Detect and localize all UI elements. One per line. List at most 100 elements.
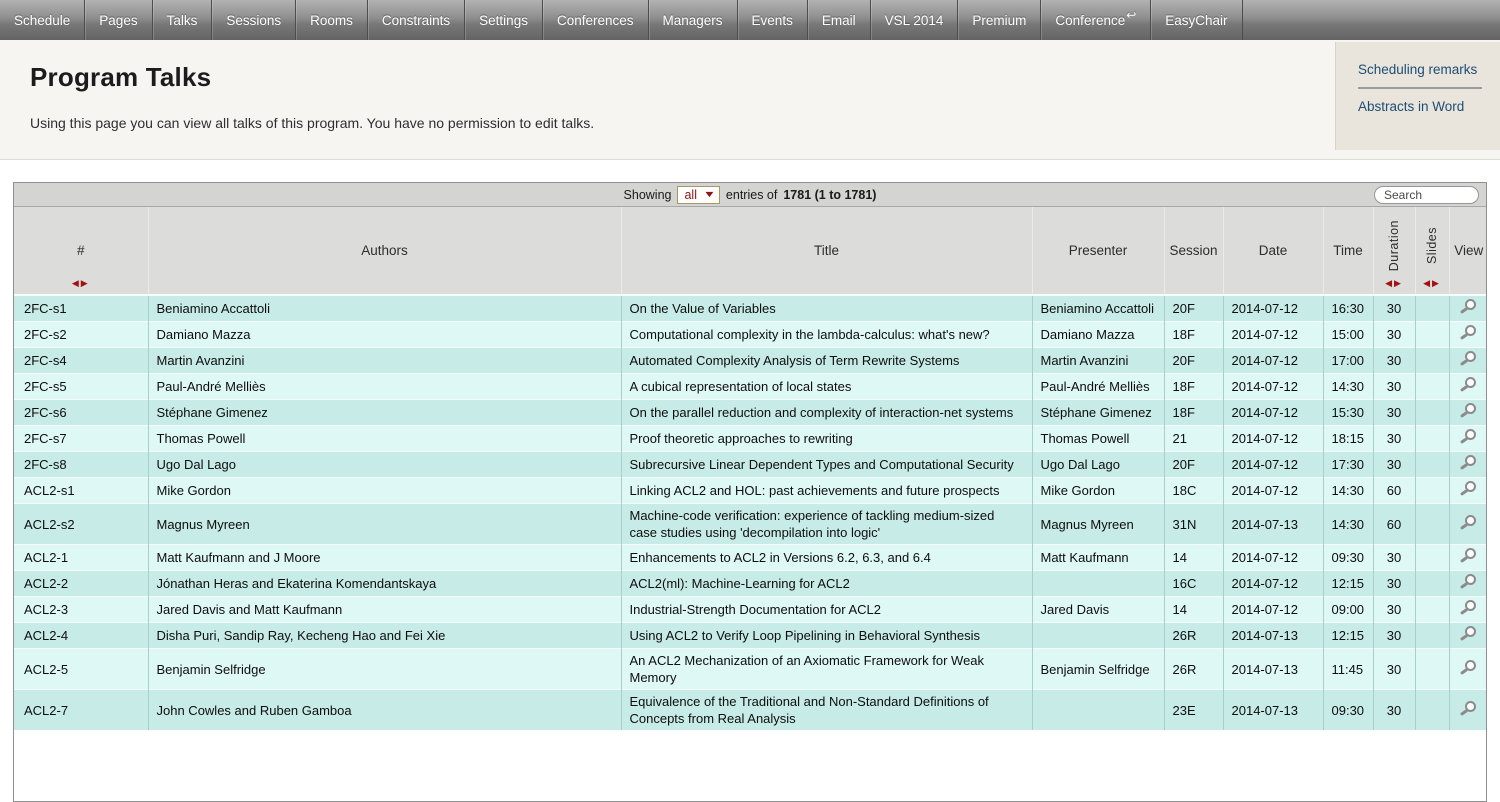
nav-tab-conference[interactable]: Conference↩ xyxy=(1041,0,1151,40)
talks-table: # Authors Title Presenter Session Date xyxy=(14,207,1487,730)
view-magnifier-icon[interactable] xyxy=(1460,660,1477,675)
cell-presenter: Matt Kaufmann xyxy=(1032,545,1164,571)
cell-view xyxy=(1449,623,1487,649)
view-magnifier-icon[interactable] xyxy=(1460,574,1477,589)
cell-authors: Magnus Myreen xyxy=(148,504,621,545)
cell-slides xyxy=(1415,623,1449,649)
search-input[interactable] xyxy=(1374,186,1479,204)
view-magnifier-icon[interactable] xyxy=(1460,626,1477,641)
view-magnifier-icon[interactable] xyxy=(1460,481,1477,496)
nav-tab-vsl-2014[interactable]: VSL 2014 xyxy=(871,0,959,40)
view-magnifier-icon[interactable] xyxy=(1460,515,1477,530)
table-row: 2FC-s7Thomas PowellProof theoretic appro… xyxy=(14,426,1487,452)
cell-date: 2014-07-12 xyxy=(1223,426,1323,452)
nav-tab-settings[interactable]: Settings xyxy=(465,0,543,40)
cell-slides xyxy=(1415,348,1449,374)
nav-tab-events[interactable]: Events xyxy=(738,0,808,40)
nav-tab-schedule[interactable]: Schedule xyxy=(0,0,85,40)
view-magnifier-icon[interactable] xyxy=(1460,351,1477,366)
abstracts-in-word-link[interactable]: Abstracts in Word xyxy=(1358,99,1500,114)
cell-slides xyxy=(1415,690,1449,731)
view-magnifier-icon[interactable] xyxy=(1460,548,1477,563)
cell-time: 09:30 xyxy=(1323,690,1373,731)
sort-arrows-icon[interactable] xyxy=(14,278,148,289)
cell-view xyxy=(1449,649,1487,690)
cell-date: 2014-07-12 xyxy=(1223,400,1323,426)
cell-date: 2014-07-12 xyxy=(1223,597,1323,623)
cell-time: 11:45 xyxy=(1323,649,1373,690)
nav-tab-managers[interactable]: Managers xyxy=(649,0,738,40)
nav-tab-constraints[interactable]: Constraints xyxy=(368,0,465,40)
cell-time: 15:30 xyxy=(1323,400,1373,426)
cell-presenter: Stéphane Gimenez xyxy=(1032,400,1164,426)
cell-date: 2014-07-13 xyxy=(1223,690,1323,731)
column-header-time: Time xyxy=(1323,207,1373,295)
view-magnifier-icon[interactable] xyxy=(1460,325,1477,340)
entries-select-value: all xyxy=(684,188,697,202)
cell-slides xyxy=(1415,571,1449,597)
table-row: ACL2-3Jared Davis and Matt KaufmannIndus… xyxy=(14,597,1487,623)
column-header-num[interactable]: # xyxy=(14,207,148,295)
cell-view xyxy=(1449,571,1487,597)
view-magnifier-icon[interactable] xyxy=(1460,600,1477,615)
column-header-duration[interactable]: Duration xyxy=(1373,207,1415,295)
entries-per-page-select[interactable]: all xyxy=(677,186,719,204)
cell-duration: 30 xyxy=(1373,690,1415,731)
cell-title: A cubical representation of local states xyxy=(621,374,1032,400)
nav-tab-easychair[interactable]: EasyChair xyxy=(1151,0,1242,40)
column-header-slides[interactable]: Slides xyxy=(1415,207,1449,295)
cell-time: 16:30 xyxy=(1323,295,1373,322)
cell-presenter xyxy=(1032,690,1164,731)
nav-tab-premium[interactable]: Premium xyxy=(958,0,1041,40)
page-header: Program Talks Using this page you can vi… xyxy=(0,40,1500,160)
cell-duration: 30 xyxy=(1373,452,1415,478)
cell-num: ACL2-5 xyxy=(14,649,148,690)
scheduling-remarks-link[interactable]: Scheduling remarks xyxy=(1358,62,1500,77)
cell-title: Subrecursive Linear Dependent Types and … xyxy=(621,452,1032,478)
cell-session: 20F xyxy=(1164,452,1223,478)
cell-view xyxy=(1449,322,1487,348)
cell-slides xyxy=(1415,426,1449,452)
talks-table-body: 2FC-s1Beniamino AccattoliOn the Value of… xyxy=(14,295,1487,730)
sort-arrows-icon[interactable] xyxy=(1416,278,1449,289)
cell-num: ACL2-3 xyxy=(14,597,148,623)
cell-duration: 30 xyxy=(1373,623,1415,649)
sort-arrows-icon[interactable] xyxy=(1374,278,1415,289)
column-header-date: Date xyxy=(1223,207,1323,295)
cell-title: Automated Complexity Analysis of Term Re… xyxy=(621,348,1032,374)
cell-duration: 30 xyxy=(1373,374,1415,400)
cell-authors: Benjamin Selfridge xyxy=(148,649,621,690)
nav-tab-rooms[interactable]: Rooms xyxy=(296,0,368,40)
nav-tab-pages[interactable]: Pages xyxy=(85,0,152,40)
nav-tab-talks[interactable]: Talks xyxy=(153,0,213,40)
cell-presenter xyxy=(1032,623,1164,649)
cell-session: 21 xyxy=(1164,426,1223,452)
view-magnifier-icon[interactable] xyxy=(1460,455,1477,470)
view-magnifier-icon[interactable] xyxy=(1460,429,1477,444)
cell-duration: 60 xyxy=(1373,504,1415,545)
cell-slides xyxy=(1415,374,1449,400)
cell-time: 14:30 xyxy=(1323,478,1373,504)
cell-session: 31N xyxy=(1164,504,1223,545)
cell-duration: 30 xyxy=(1373,571,1415,597)
nav-tab-conferences[interactable]: Conferences xyxy=(543,0,649,40)
nav-tab-sessions[interactable]: Sessions xyxy=(212,0,296,40)
cell-slides xyxy=(1415,400,1449,426)
view-magnifier-icon[interactable] xyxy=(1460,299,1477,314)
cell-presenter: Jared Davis xyxy=(1032,597,1164,623)
view-magnifier-icon[interactable] xyxy=(1460,701,1477,716)
page-description: Using this page you can view all talks o… xyxy=(30,115,594,131)
cell-time: 12:15 xyxy=(1323,571,1373,597)
cell-presenter: Beniamino Accattoli xyxy=(1032,295,1164,322)
view-magnifier-icon[interactable] xyxy=(1460,403,1477,418)
cell-num: 2FC-s1 xyxy=(14,295,148,322)
cell-authors: Damiano Mazza xyxy=(148,322,621,348)
cell-session: 14 xyxy=(1164,597,1223,623)
cell-num: ACL2-4 xyxy=(14,623,148,649)
side-panel: Scheduling remarks Abstracts in Word xyxy=(1335,42,1500,150)
table-row: 2FC-s1Beniamino AccattoliOn the Value of… xyxy=(14,295,1487,322)
view-magnifier-icon[interactable] xyxy=(1460,377,1477,392)
chevron-down-icon xyxy=(703,190,716,199)
nav-tab-email[interactable]: Email xyxy=(808,0,871,40)
cell-time: 14:30 xyxy=(1323,374,1373,400)
